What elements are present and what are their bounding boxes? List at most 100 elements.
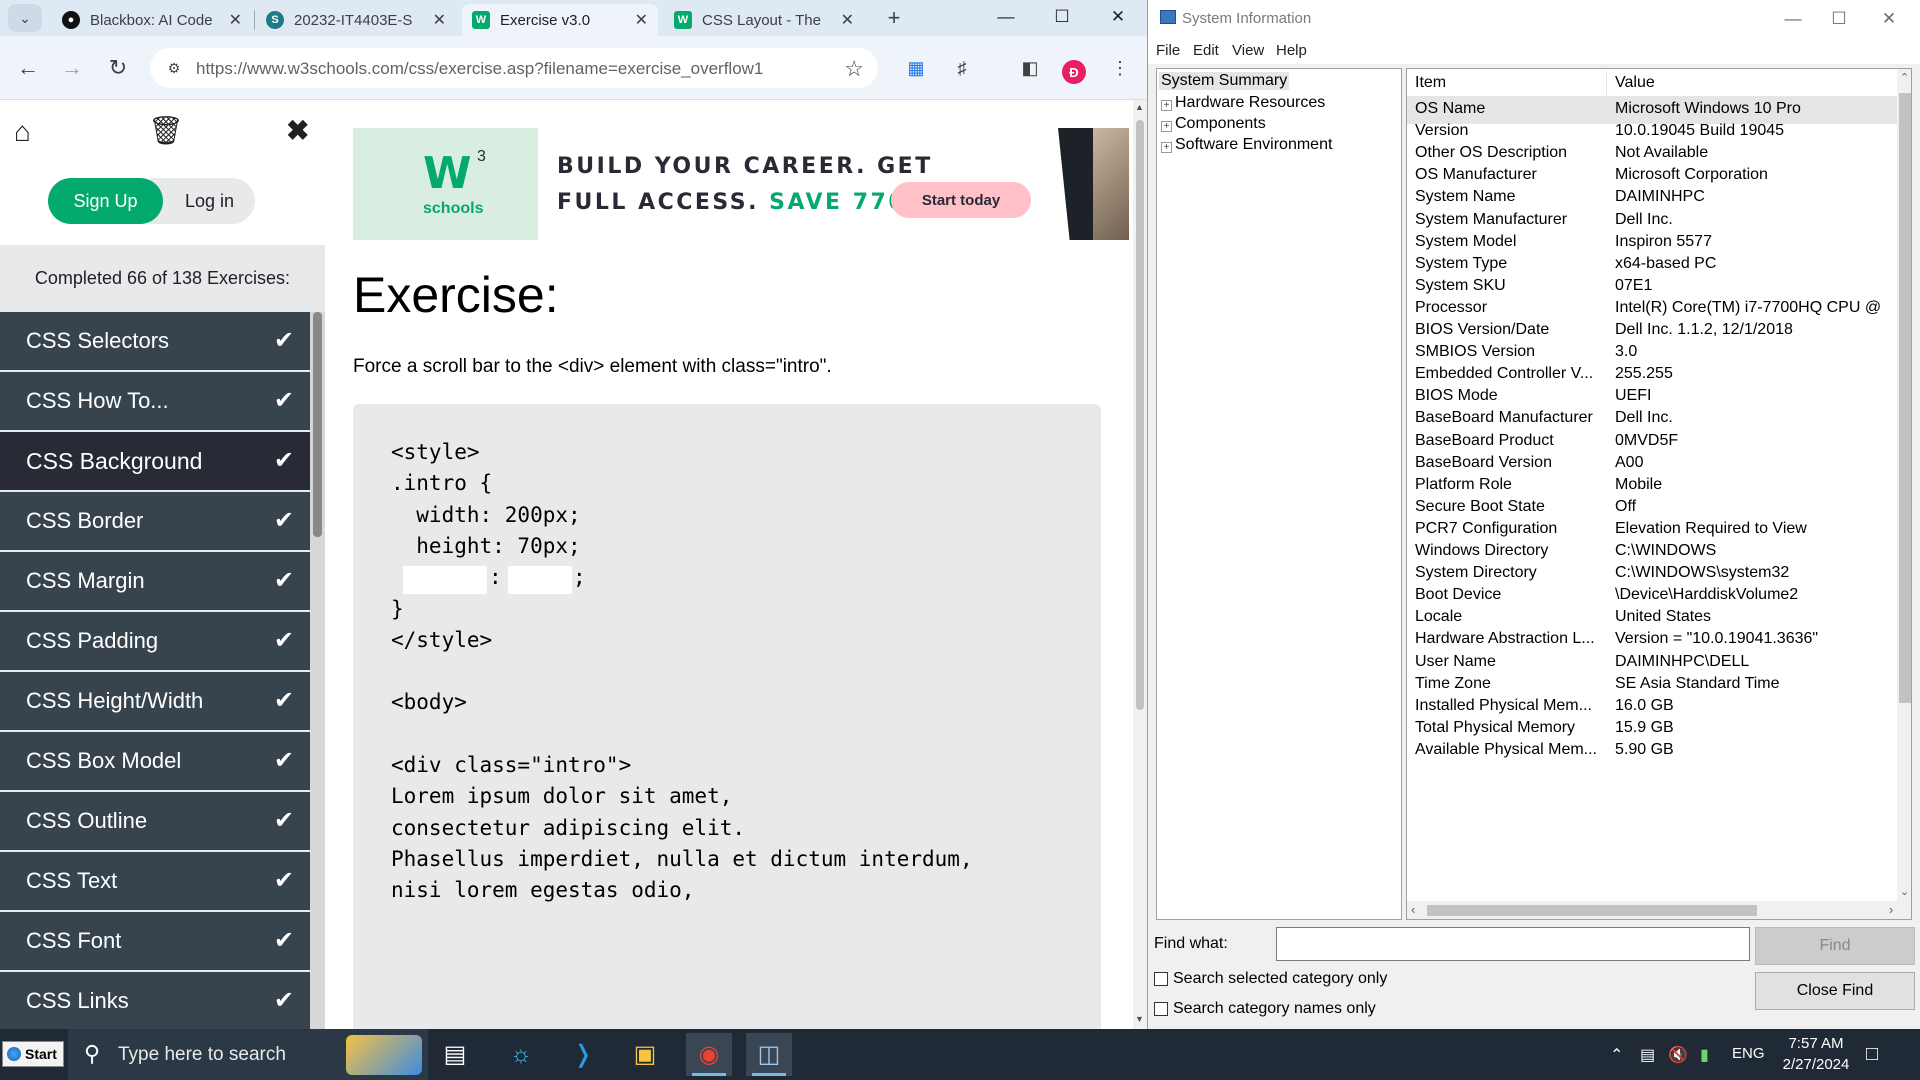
close-icon[interactable]: ✕ (841, 10, 854, 30)
sidebar-item-exercise[interactable]: CSS Outline ✔ (0, 792, 310, 850)
tree-system-summary[interactable]: System Summary (1159, 72, 1290, 90)
system-information-taskbar-icon[interactable]: ◫ (746, 1033, 792, 1076)
tray-chevron-icon[interactable]: ⌃ (1610, 1045, 1623, 1065)
page-scrollbar[interactable]: ▲ ▼ (1133, 100, 1147, 1029)
bookmark-star-icon[interactable]: ☆ (844, 56, 864, 82)
chrome-icon[interactable]: ◉ (686, 1033, 732, 1076)
checkbox[interactable] (1154, 1002, 1168, 1016)
edge-icon[interactable]: ☼ (498, 1033, 544, 1076)
scroll-down-icon[interactable]: ⌄ (1900, 885, 1909, 898)
sidebar-item-exercise[interactable]: CSS Font ✔ (0, 912, 310, 970)
scroll-right-icon[interactable]: › (1889, 902, 1893, 917)
trash-icon[interactable]: 🗑 (148, 114, 184, 147)
file-explorer-icon[interactable]: ▣ (622, 1033, 668, 1076)
minimize-button[interactable]: — (978, 0, 1034, 34)
tray-app-icon[interactable]: ▤ (1640, 1045, 1655, 1065)
minimize-button[interactable]: — (1770, 4, 1816, 34)
menu-file[interactable]: File (1156, 42, 1180, 59)
close-icon[interactable]: ✕ (433, 10, 446, 30)
column-item[interactable]: Item (1415, 74, 1446, 92)
tab-scribd[interactable]: S 20232-IT4403E-S ✕ (256, 4, 456, 36)
profile-avatar[interactable]: Đ (1062, 60, 1086, 84)
horizontal-scrollbar[interactable]: ‹ › (1407, 901, 1911, 919)
scrollbar-thumb[interactable] (1899, 93, 1911, 703)
maximize-button[interactable]: ☐ (1816, 4, 1862, 34)
sidebar-scrollbar[interactable] (310, 312, 325, 1029)
signup-button[interactable]: Sign Up (48, 178, 163, 224)
tab-css-layout[interactable]: W CSS Layout - The ✕ (664, 4, 864, 36)
extensions-puzzle-icon[interactable]: ♯ (948, 54, 976, 82)
tab-blackbox[interactable]: ● Blackbox: AI Code ✕ (52, 4, 252, 36)
address-bar[interactable]: ⚙ https://www.w3schools.com/css/exercise… (150, 48, 878, 88)
site-info-icon[interactable]: ⚙ (164, 58, 184, 78)
close-window-button[interactable]: ✕ (1866, 4, 1912, 34)
sidebar-item-exercise[interactable]: CSS Margin ✔ (0, 552, 310, 610)
sidebar-item-exercise[interactable]: CSS Text ✔ (0, 852, 310, 910)
close-icon[interactable]: ✕ (635, 10, 648, 30)
column-divider[interactable] (1606, 71, 1607, 95)
value-answer-input[interactable] (508, 566, 572, 595)
close-find-button[interactable]: Close Find (1755, 972, 1915, 1010)
close-icon[interactable]: ✖ (286, 114, 309, 147)
back-button[interactable]: ← (14, 54, 42, 82)
column-value[interactable]: Value (1615, 74, 1655, 92)
scroll-up-icon[interactable]: ⌃ (1900, 71, 1909, 84)
tree-software-environment[interactable]: Software Environment (1175, 136, 1332, 154)
table-row[interactable]: Available Physical Mem... 5.90 GB (1407, 738, 1897, 765)
search-names-option[interactable]: Search category names only (1154, 1000, 1376, 1018)
scrollbar-thumb[interactable] (1136, 120, 1144, 710)
property-answer-input[interactable] (403, 566, 487, 595)
expand-icon[interactable]: + (1161, 121, 1172, 132)
expand-icon[interactable]: + (1161, 142, 1172, 153)
side-panel-icon[interactable]: ◧ (1016, 54, 1044, 82)
tree-hardware-resources[interactable]: Hardware Resources (1175, 94, 1325, 112)
reload-button[interactable]: ↻ (104, 54, 132, 82)
clock[interactable]: 7:57 AM 2/27/2024 (1776, 1033, 1856, 1075)
more-menu-icon[interactable]: ⋮ (1106, 54, 1134, 82)
search-selected-option[interactable]: Search selected category only (1154, 970, 1387, 988)
menu-help[interactable]: Help (1276, 42, 1307, 59)
sidebar-item-exercise[interactable]: CSS Links ✔ (0, 972, 310, 1029)
taskbar-search[interactable]: ⚲ Type here to search (68, 1029, 428, 1080)
menu-edit[interactable]: Edit (1193, 42, 1219, 59)
find-button[interactable]: Find (1755, 927, 1915, 965)
battery-icon[interactable]: ▮ (1700, 1045, 1709, 1065)
notification-icon[interactable]: □ (1866, 1043, 1878, 1066)
scrollbar-thumb[interactable] (313, 312, 322, 537)
sidebar-item-exercise[interactable]: CSS Padding ✔ (0, 612, 310, 670)
home-icon[interactable]: ⌂ (14, 116, 31, 148)
sidebar-item-exercise[interactable]: CSS Height/Width ✔ (0, 672, 310, 730)
close-window-button[interactable]: ✕ (1090, 0, 1146, 34)
maximize-button[interactable]: ☐ (1034, 0, 1090, 34)
volume-muted-icon[interactable]: 🔇 (1668, 1045, 1688, 1065)
tab-exercise[interactable]: W Exercise v3.0 ✕ (462, 4, 658, 36)
new-tab-button[interactable]: + (880, 4, 908, 32)
sidebar-item-exercise[interactable]: CSS How To... ✔ (0, 372, 310, 430)
vscode-icon[interactable]: ❭ (560, 1033, 606, 1076)
scroll-up-icon[interactable]: ▲ (1135, 102, 1144, 112)
checkbox[interactable] (1154, 972, 1168, 986)
url-text[interactable]: https://www.w3schools.com/css/exercise.a… (196, 59, 763, 79)
sidebar-item-exercise[interactable]: CSS Background ✔ (0, 432, 310, 490)
login-button[interactable]: Log in (150, 178, 255, 224)
scroll-down-icon[interactable]: ▼ (1135, 1014, 1144, 1024)
sidebar-item-exercise[interactable]: CSS Box Model ✔ (0, 732, 310, 790)
expand-icon[interactable]: + (1161, 100, 1172, 111)
extension-icon[interactable]: ▦ (902, 54, 930, 82)
scrollbar-thumb[interactable] (1427, 905, 1757, 916)
start-today-button[interactable]: Start today (891, 182, 1031, 218)
start-button[interactable]: Start (2, 1041, 64, 1067)
menu-view[interactable]: View (1232, 42, 1264, 59)
tree-components[interactable]: Components (1175, 115, 1266, 133)
vertical-scrollbar[interactable]: ⌃ ⌄ (1897, 69, 1911, 901)
scroll-left-icon[interactable]: ‹ (1411, 902, 1415, 917)
close-icon[interactable]: ✕ (229, 10, 242, 30)
task-view-icon[interactable]: ▤ (432, 1033, 478, 1076)
find-input[interactable] (1276, 927, 1750, 961)
tab-search-button[interactable]: ⌄ (8, 4, 42, 32)
sidebar-item-exercise[interactable]: CSS Selectors ✔ (0, 312, 310, 370)
sidebar-item-exercise[interactable]: CSS Border ✔ (0, 492, 310, 550)
advert-banner[interactable]: W 3 schools BUILD YOUR CAREER. GET FULL … (353, 128, 1129, 240)
language-indicator[interactable]: ENG (1732, 1045, 1765, 1062)
forward-button[interactable]: → (58, 54, 86, 82)
